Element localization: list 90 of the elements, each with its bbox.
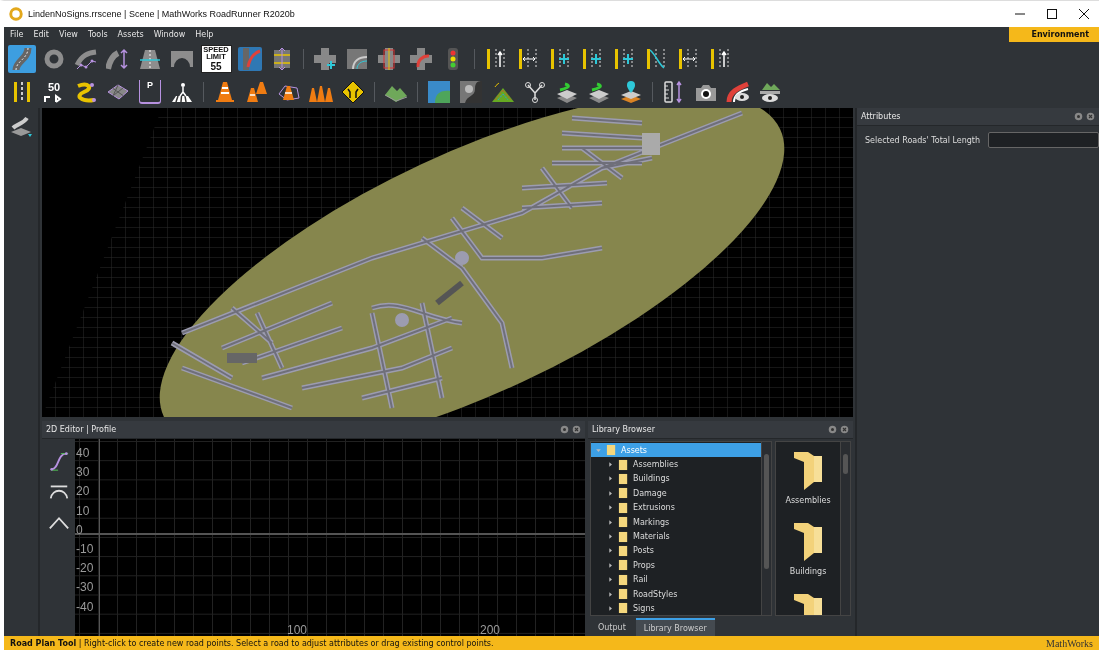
road-arrow-icon	[106, 46, 130, 71]
scrollbar[interactable]	[840, 442, 850, 615]
folder-icon	[618, 458, 629, 471]
cones-icon	[245, 79, 269, 104]
road-icon	[10, 46, 34, 71]
folder-icon[interactable]	[792, 521, 824, 563]
brand-logo: MathWorks	[1046, 637, 1093, 649]
lane-width-icon	[516, 46, 540, 71]
profile-curve-icon	[47, 450, 70, 472]
tree-item[interactable]: RoadStyles	[591, 586, 761, 602]
axis-label: 20	[76, 485, 90, 498]
menu-item[interactable]: Help	[195, 30, 214, 39]
tree-item[interactable]: Markings	[591, 514, 761, 530]
cone-icon	[213, 79, 237, 104]
tree-item[interactable]: Damage	[591, 486, 761, 501]
road-eye-icon	[726, 79, 750, 104]
axis-label: 30	[76, 466, 90, 479]
status-message: Road Plan Tool | Right-click to create new road points. Select a road to adjust attributes or drag existing control points.	[10, 638, 494, 648]
axis-label: 200	[480, 624, 501, 636]
folder-icon	[618, 530, 629, 543]
lane-width-icon	[676, 46, 700, 71]
map-icon	[427, 79, 451, 104]
float-icon[interactable]	[1074, 112, 1083, 121]
folder-label[interactable]: Buildings	[789, 567, 827, 576]
axis-label: -30	[76, 581, 94, 594]
folder-icon	[618, 588, 629, 601]
parking-tool[interactable]: P	[136, 77, 164, 106]
road-plan-icon	[238, 46, 262, 71]
tree-item[interactable]: Signs	[591, 601, 761, 615]
folder-icon	[618, 602, 629, 615]
folder-icon	[606, 444, 617, 457]
tab[interactable]: Library Browser	[635, 618, 715, 636]
mode-tab[interactable]: Environment	[1009, 27, 1099, 42]
lane-plus-icon	[548, 46, 572, 71]
panel-title: Library Browser	[592, 425, 655, 434]
tree-item[interactable]: Extrusions	[591, 500, 761, 515]
heightmap-icon	[459, 79, 483, 104]
speed-tool[interactable]: 50	[40, 77, 68, 106]
axis-label: 100	[287, 624, 308, 636]
axis-label: -40	[76, 600, 94, 613]
tree-item[interactable]: Buildings	[591, 471, 761, 487]
folder-icon	[618, 559, 629, 572]
lane-plus-icon	[580, 46, 604, 71]
axis-label: 40	[76, 447, 90, 459]
tree-item[interactable]: Materials	[591, 529, 761, 544]
panel-title: 2D Editor | Profile	[46, 425, 117, 434]
menu-item[interactable]: Edit	[33, 30, 49, 39]
warning-sign-icon	[341, 79, 365, 104]
folder-icon[interactable]	[792, 450, 824, 492]
field-label: Selected Roads' Total Length	[865, 135, 981, 145]
menu-item[interactable]: View	[58, 30, 78, 39]
axis-label: 0	[76, 523, 83, 536]
menu-item[interactable]: Window	[153, 30, 186, 39]
junction-icon	[377, 46, 401, 71]
menu-item[interactable]: File	[10, 30, 24, 39]
lane-plus-icon	[612, 46, 636, 71]
panel-title: Attributes	[861, 112, 901, 121]
lane-cross-icon	[644, 46, 668, 71]
tree-item[interactable]: Rail	[591, 572, 761, 587]
folder-icon	[618, 501, 629, 514]
window-title: LindenNoSigns.rrscene | Scene | MathWorks RoadRunner R2020b	[28, 9, 296, 19]
lane-arrows-icon	[484, 46, 508, 71]
folder-icon	[618, 544, 629, 557]
layers-pin-icon	[619, 79, 643, 104]
branch-icon	[523, 79, 547, 104]
junction-merge-icon	[345, 46, 369, 71]
junction-plus-icon	[313, 46, 337, 71]
axis-label: -10	[76, 543, 94, 555]
input-field[interactable]	[988, 132, 1099, 148]
tree-item[interactable]: Posts	[591, 543, 761, 559]
menu-item[interactable]: Tools	[87, 30, 108, 39]
folder-label[interactable]: Assemblies	[785, 496, 831, 505]
float-icon[interactable]	[828, 425, 837, 434]
axis-label: 10	[76, 504, 90, 517]
scrollbar[interactable]	[761, 442, 771, 615]
axis-label: -20	[76, 562, 94, 575]
app-icon	[9, 7, 23, 21]
folder-icon	[618, 573, 629, 586]
folder-icon	[618, 516, 629, 529]
menu-item[interactable]: Assets	[117, 30, 144, 39]
junction-corner-icon	[409, 46, 433, 71]
tree-item[interactable]: Props	[591, 558, 761, 573]
lane-arrows-icon	[708, 46, 732, 71]
folder-icon	[618, 487, 629, 500]
tree-item[interactable]: Assemblies	[591, 457, 761, 472]
tab[interactable]: Output	[590, 618, 634, 636]
collapse-arrow-icon	[595, 446, 602, 454]
float-icon[interactable]	[560, 425, 569, 434]
road-tool[interactable]	[8, 44, 36, 73]
folder-icon	[618, 472, 629, 485]
